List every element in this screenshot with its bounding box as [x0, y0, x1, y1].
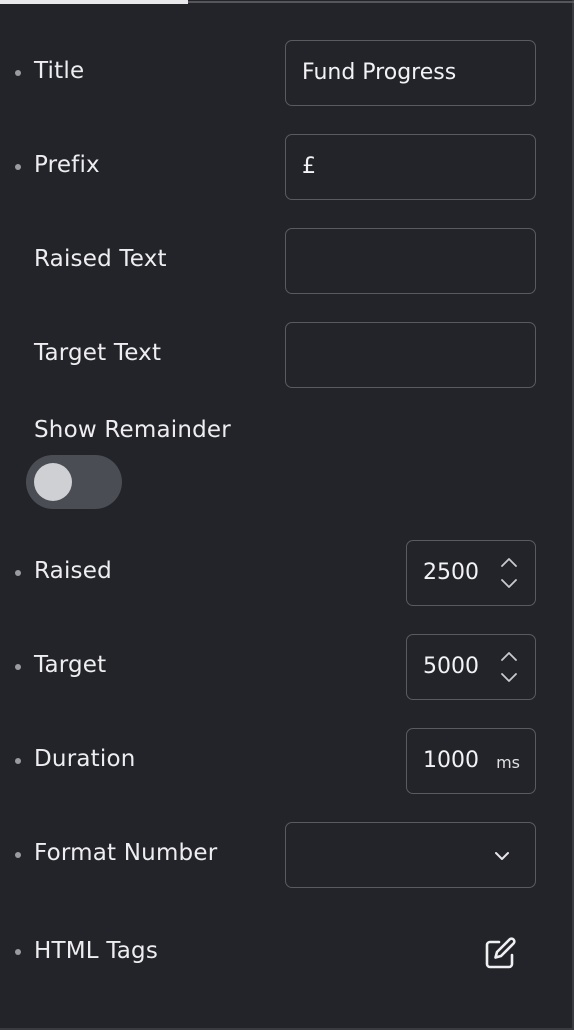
chevron-up-down-icon[interactable]: [499, 553, 519, 593]
tab-divider: [188, 1, 574, 3]
edit-icon[interactable]: [482, 936, 518, 972]
raised-text-label: Raised Text: [34, 246, 167, 272]
tab-indicator: [0, 0, 574, 4]
title-label: Title: [34, 58, 85, 84]
title-input-value: Fund Progress: [302, 60, 457, 85]
raised-number-input[interactable]: 2500: [406, 540, 536, 606]
prefix-input[interactable]: £: [285, 134, 536, 200]
toggle-knob: [34, 463, 72, 501]
responsive-dot-icon: [15, 758, 21, 764]
target-text-row: Target Text: [0, 322, 574, 388]
prefix-input-value: £: [302, 154, 316, 179]
format-number-row: Format Number: [0, 822, 574, 888]
duration-number-input[interactable]: 1000 ms: [406, 728, 536, 794]
format-number-label: Format Number: [34, 840, 218, 866]
target-row: Target 5000: [0, 634, 574, 700]
chevron-down-icon: [493, 847, 511, 869]
raised-label: Raised: [34, 558, 112, 584]
title-row: Title Fund Progress: [0, 40, 574, 106]
responsive-dot-icon: [15, 664, 21, 670]
responsive-dot-icon: [15, 852, 21, 858]
target-label: Target: [34, 652, 107, 678]
prefix-row: Prefix £: [0, 134, 574, 200]
duration-label: Duration: [34, 746, 136, 772]
responsive-dot-icon: [15, 570, 21, 576]
target-text-label: Target Text: [34, 340, 162, 366]
duration-input-value: 1000: [423, 748, 479, 773]
responsive-dot-icon: [15, 70, 21, 76]
target-number-input[interactable]: 5000: [406, 634, 536, 700]
raised-row: Raised 2500: [0, 540, 574, 606]
chevron-up-down-icon[interactable]: [499, 647, 519, 687]
raised-text-row: Raised Text: [0, 228, 574, 294]
raised-text-input[interactable]: [285, 228, 536, 294]
duration-unit: ms: [496, 753, 520, 772]
duration-row: Duration 1000 ms: [0, 728, 574, 794]
html-tags-label: HTML Tags: [34, 938, 159, 964]
format-number-select[interactable]: [285, 822, 536, 888]
settings-panel: Title Fund Progress Prefix £ Raised Text…: [0, 0, 574, 1030]
title-input[interactable]: Fund Progress: [285, 40, 536, 106]
responsive-dot-icon: [15, 164, 21, 170]
target-input-value: 5000: [423, 654, 479, 679]
show-remainder-label: Show Remainder: [34, 417, 231, 443]
target-text-input[interactable]: [285, 322, 536, 388]
active-tab-indicator: [0, 0, 188, 4]
responsive-dot-icon: [15, 949, 21, 955]
raised-input-value: 2500: [423, 560, 479, 585]
prefix-label: Prefix: [34, 152, 100, 178]
show-remainder-toggle[interactable]: [26, 455, 122, 509]
